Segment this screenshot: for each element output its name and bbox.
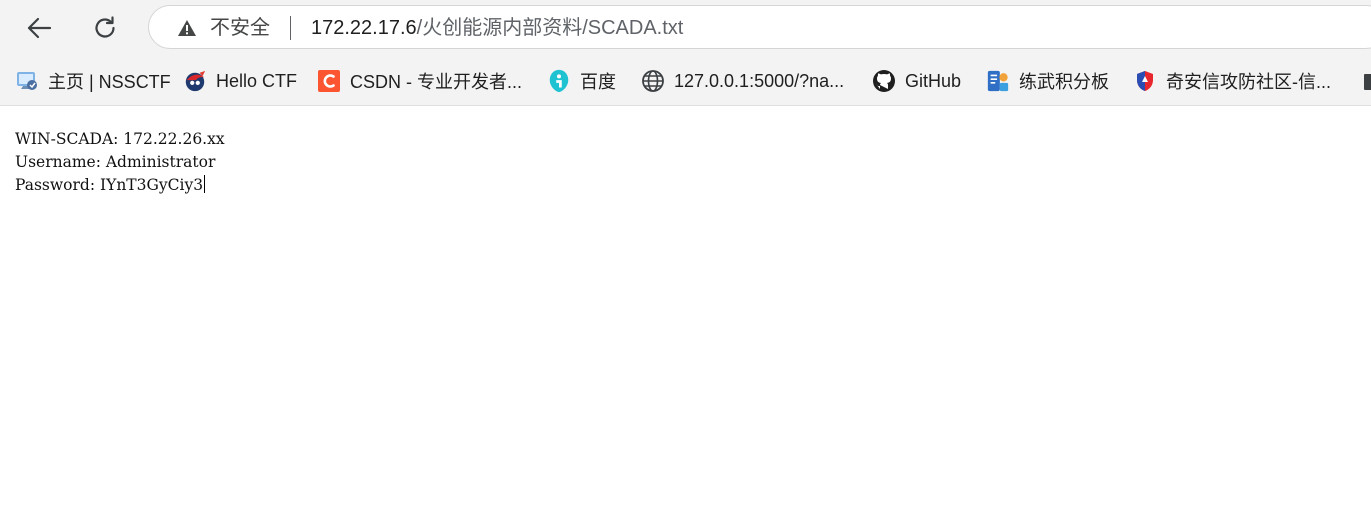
bookmark-hello-ctf[interactable]: Hello CTF (183, 68, 297, 94)
bookmark-label: 127.0.0.1:5000/?na... (674, 70, 845, 91)
browser-toolbar: 不安全 172.22.17.6/火创能源内部资料/SCADA.txt (0, 0, 1371, 56)
text-document[interactable]: WIN-SCADA: 172.22.26.xx Username: Admini… (15, 128, 225, 197)
bookmark-csdn[interactable]: CSDN - 专业开发者... (317, 68, 522, 94)
nssctf-icon (15, 69, 39, 93)
url-path: /火创能源内部资料/SCADA.txt (416, 17, 684, 39)
not-secure-label[interactable]: 不安全 (210, 17, 270, 39)
bookmark-baidu[interactable]: 百度 (547, 68, 616, 94)
bookmark-label: CSDN - 专业开发者... (350, 72, 523, 92)
page-content: WIN-SCADA: 172.22.26.xx Username: Admini… (0, 106, 1371, 528)
bookmark-nssctf[interactable]: 主页 | NSSCTF (15, 68, 171, 94)
back-arrow-icon (27, 17, 52, 39)
warning-icon[interactable] (177, 19, 197, 37)
bookmarks-bar: 主页 | NSSCTF Hello CTF CSDN - 专业开发者... 百度… (0, 56, 1371, 106)
address-bar[interactable]: 不安全 172.22.17.6/火创能源内部资料/SCADA.txt (148, 5, 1371, 49)
more-bookmarks-folder-icon[interactable] (1364, 74, 1371, 90)
qianxin-icon (1133, 69, 1157, 93)
text-line: WIN-SCADA: 172.22.26.xx (15, 130, 225, 148)
bookmark-qianxin[interactable]: 奇安信攻防社区-信... (1133, 68, 1331, 94)
text-line: Password: IYnT3GyCiy3 (15, 176, 204, 194)
text-cursor (204, 175, 206, 193)
bookmark-label: 百度 (580, 72, 616, 92)
address-divider (290, 16, 291, 40)
bookmark-scoreboard[interactable]: 练武积分板 (986, 68, 1109, 94)
bookmark-label: 练武积分板 (1019, 72, 1109, 92)
reload-icon (95, 16, 115, 38)
back-button[interactable] (19, 8, 59, 48)
scoreboard-icon (986, 69, 1010, 93)
github-icon (872, 69, 896, 93)
bookmark-label: Hello CTF (216, 70, 298, 91)
bookmark-github[interactable]: GitHub (872, 68, 961, 94)
url-text[interactable]: 172.22.17.6/火创能源内部资料/SCADA.txt (311, 17, 683, 39)
baidu-icon (547, 69, 571, 93)
reload-button[interactable] (85, 8, 125, 48)
bookmark-label: 奇安信攻防社区-信... (1166, 72, 1331, 92)
text-line: Username: Administrator (15, 153, 216, 171)
url-host: 172.22.17.6 (311, 17, 417, 39)
bookmark-label: GitHub (905, 70, 962, 91)
globe-icon (641, 69, 665, 93)
bookmark-label: 主页 | NSSCTF (48, 72, 171, 92)
bookmark-localhost[interactable]: 127.0.0.1:5000/?na... (641, 68, 844, 94)
csdn-icon (317, 69, 341, 93)
hello-ctf-icon (183, 69, 207, 93)
